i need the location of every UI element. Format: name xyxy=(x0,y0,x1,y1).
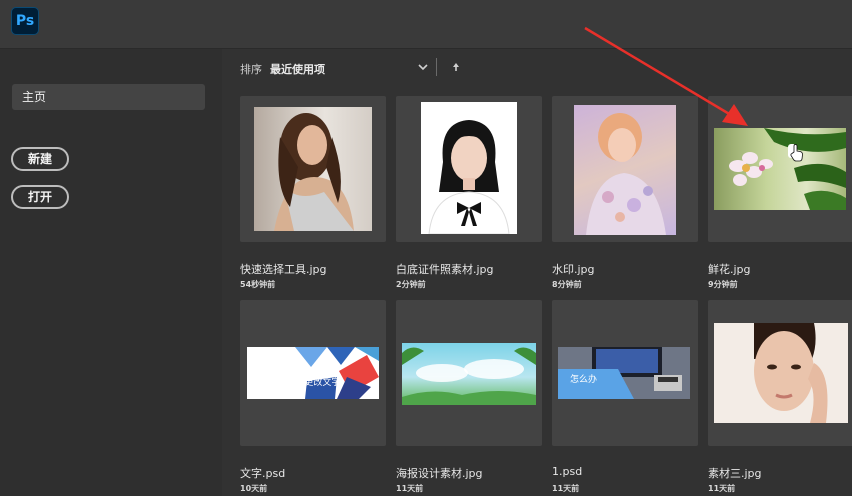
file-name[interactable]: 素材三.jpg xyxy=(708,465,762,481)
file-modified-time: 54秒钟前 xyxy=(240,280,276,289)
file-card[interactable] xyxy=(708,96,852,242)
top-bar: Ps xyxy=(0,0,852,49)
file-modified-time: 11天前 xyxy=(708,484,736,493)
new-button[interactable]: 新建 xyxy=(11,147,69,171)
thumbnail-1-psd: 怎么办 xyxy=(558,347,690,399)
file-card[interactable] xyxy=(396,96,542,242)
photoshop-logo[interactable]: Ps xyxy=(11,7,39,35)
file-card[interactable] xyxy=(396,300,542,446)
chevron-down-icon[interactable] xyxy=(416,58,430,76)
thumbnail-poster xyxy=(402,343,536,405)
thumbnail-id-photo xyxy=(421,102,517,234)
file-modified-time: 11天前 xyxy=(552,484,580,493)
file-name[interactable]: 文字.psd xyxy=(240,465,285,481)
file-modified-time: 11天前 xyxy=(396,484,424,493)
file-name[interactable]: 海报设计素材.jpg xyxy=(396,465,483,481)
file-modified-time: 10天前 xyxy=(240,484,268,493)
thumbnail-flowers xyxy=(714,128,846,210)
file-name[interactable]: 白底证件照素材.jpg xyxy=(396,261,494,277)
file-name[interactable]: 1.psd xyxy=(552,465,582,478)
sort-separator xyxy=(436,58,437,76)
thumbnail-text-psd: ps图片中怎么更改文字 xyxy=(247,347,379,399)
sort-direction-arrow-icon[interactable] xyxy=(450,60,462,74)
file-name[interactable]: 鲜花.jpg xyxy=(708,261,751,277)
thumbnail-beauty-portrait xyxy=(714,323,848,423)
file-card[interactable] xyxy=(240,96,386,242)
sort-label: 排序 xyxy=(240,63,262,76)
thumbnail-portrait-woman xyxy=(254,107,372,231)
sidebar: 主页 新建 打开 xyxy=(0,49,222,496)
open-button[interactable]: 打开 xyxy=(11,185,69,209)
file-card[interactable] xyxy=(552,96,698,242)
thumbnail-watermark-portrait xyxy=(574,105,676,235)
file-name[interactable]: 水印.jpg xyxy=(552,261,595,277)
thumbnail-caption: ps图片中怎么更改文字 xyxy=(249,378,341,388)
file-card[interactable]: ps图片中怎么更改文字 xyxy=(240,300,386,446)
hand-cursor-icon xyxy=(790,144,803,162)
file-modified-time: 8分钟前 xyxy=(552,280,582,289)
file-card[interactable] xyxy=(708,300,852,446)
file-modified-time: 9分钟前 xyxy=(708,280,738,289)
file-card[interactable]: 怎么办 xyxy=(552,300,698,446)
file-name[interactable]: 快速选择工具.jpg xyxy=(240,261,327,277)
file-modified-time: 2分钟前 xyxy=(396,280,426,289)
thumbnail-caption: 怎么办 xyxy=(570,375,598,385)
sidebar-item-home[interactable]: 主页 xyxy=(12,84,205,110)
sort-dropdown-value[interactable]: 最近使用项 xyxy=(270,61,325,77)
